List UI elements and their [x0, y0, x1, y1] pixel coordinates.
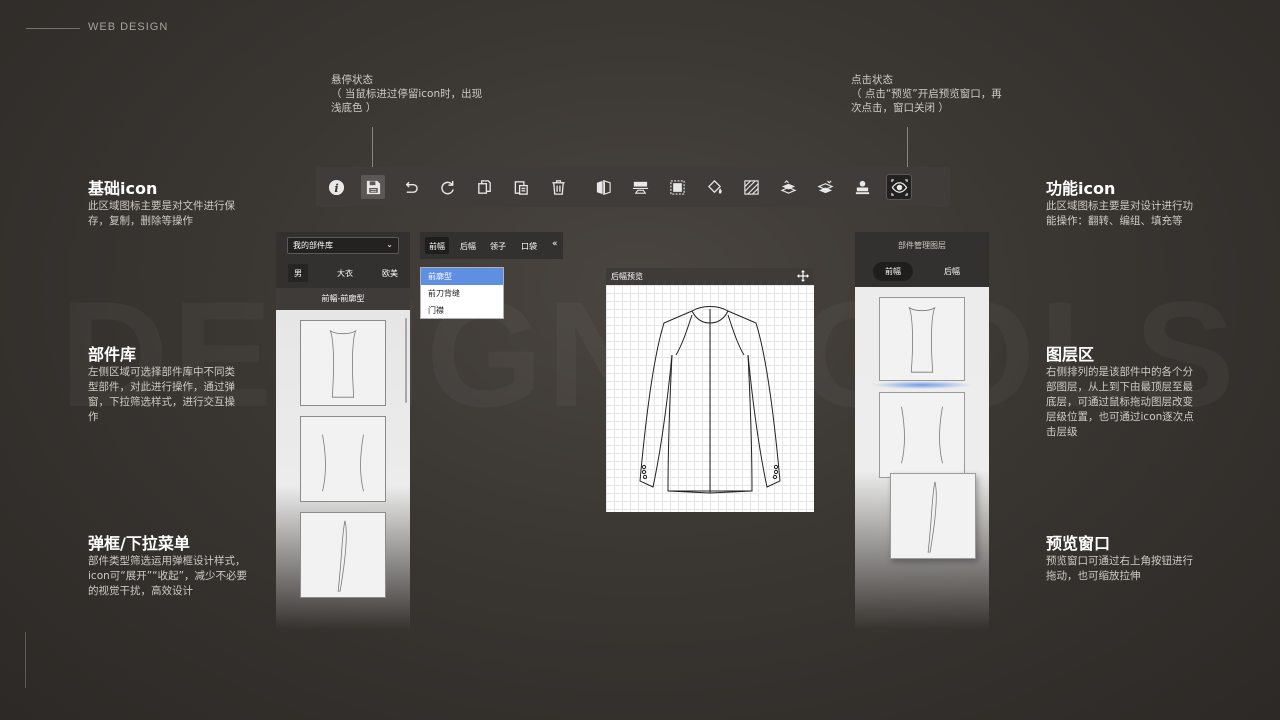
- click-callout-title: 点击状态: [851, 74, 893, 86]
- part-card[interactable]: [300, 512, 386, 598]
- save-icon[interactable]: [361, 175, 385, 199]
- paste-icon[interactable]: [509, 175, 533, 199]
- tab-back[interactable]: 后幅: [456, 237, 480, 254]
- filter-style[interactable]: 欧美: [376, 264, 404, 282]
- filter-gender[interactable]: 男: [288, 264, 308, 282]
- hover-callout-title: 悬停状态: [331, 74, 373, 86]
- preview-eye-icon[interactable]: [886, 174, 912, 200]
- copy-icon[interactable]: [472, 175, 496, 199]
- brand-divider: [26, 28, 80, 29]
- info-icon[interactable]: i: [324, 175, 348, 199]
- part-card[interactable]: [300, 320, 386, 406]
- popup-desc: 部件类型筛选运用弹框设计样式，icon可“展开”“收起”，减少不必要的视觉干扰，…: [88, 555, 248, 597]
- basic-icon-title: 基础icon: [88, 179, 158, 198]
- tab-collar[interactable]: 领子: [486, 237, 510, 254]
- preview-canvas[interactable]: [606, 285, 814, 512]
- align-icon[interactable]: [628, 175, 652, 199]
- layer-up-icon[interactable]: [776, 175, 800, 199]
- drop-indicator: [872, 381, 972, 389]
- library-part-list: [276, 310, 410, 630]
- jacket-back-drawing: [639, 306, 781, 494]
- layer-tab-front[interactable]: 前幅: [873, 262, 913, 281]
- pattern-icon[interactable]: [739, 175, 763, 199]
- dropdown-item[interactable]: 门襟: [421, 302, 503, 319]
- layer-tab-back[interactable]: 后幅: [932, 262, 972, 281]
- layer-item[interactable]: [879, 297, 965, 381]
- fill-icon[interactable]: [702, 175, 726, 199]
- basic-icon-desc: 此区域图标主要是对文件进行保存，复制，删除等操作: [88, 200, 235, 227]
- library-scrollbar[interactable]: [405, 318, 407, 403]
- library-select[interactable]: 我的部件库 ⌄: [287, 237, 399, 254]
- delete-icon[interactable]: [546, 175, 570, 199]
- click-callout-desc: （ 点击“预览”开启预览窗口，再次点击，窗口关闭 ）: [851, 88, 1002, 114]
- part-card[interactable]: [300, 416, 386, 502]
- hover-callout: 悬停状态 （ 当鼠标进过停留icon时，出现浅底色 ）: [331, 73, 491, 115]
- svg-text:i: i: [334, 180, 338, 194]
- click-callout-line: [907, 127, 908, 168]
- tab-pocket[interactable]: 口袋: [517, 237, 541, 254]
- preview-section-desc: 预览窗口可通过右上角按钮进行拖动，也可缩放拉伸: [1046, 555, 1193, 582]
- toolbar: i: [316, 167, 950, 207]
- undo-icon[interactable]: [398, 175, 422, 199]
- popup-title: 弹框/下拉菜单: [88, 534, 190, 553]
- function-icon-desc: 此区域图标主要是对设计进行功能操作：翻转、编组、填充等: [1046, 200, 1193, 227]
- stamp-icon[interactable]: [850, 175, 874, 199]
- layer-item-dragging[interactable]: [890, 473, 976, 559]
- part-tab-bar: 前幅 后幅 领子 口袋 «: [420, 232, 563, 259]
- move-icon[interactable]: [797, 270, 809, 282]
- click-callout: 点击状态 （ 点击“预览”开启预览窗口，再次点击，窗口关闭 ）: [851, 73, 1011, 115]
- redo-icon[interactable]: [435, 175, 459, 199]
- part-type-dropdown: 前廓型 前刀背缝 门襟: [420, 267, 504, 319]
- decorative-line: [25, 632, 26, 688]
- function-icon-title: 功能icon: [1046, 179, 1116, 198]
- dropdown-item[interactable]: 前刀背缝: [421, 285, 503, 302]
- collapse-icon[interactable]: «: [548, 237, 562, 254]
- layer-down-icon[interactable]: [813, 175, 837, 199]
- brand-label: WEB DESIGN: [88, 21, 169, 33]
- hover-callout-line: [372, 127, 373, 168]
- filter-category[interactable]: 大衣: [331, 264, 359, 282]
- dropdown-item[interactable]: 前廓型: [421, 268, 503, 285]
- library-title: 部件库: [88, 345, 137, 364]
- preview-section-title: 预览窗口: [1046, 534, 1111, 553]
- chevron-down-icon: ⌄: [386, 240, 393, 249]
- library-desc: 左侧区域可选择部件库中不同类型部件，对此进行操作，通过弹窗，下拉筛选样式，进行交…: [88, 366, 235, 423]
- layer-panel-title: 部件管理图层: [898, 241, 946, 250]
- layer-item[interactable]: [879, 392, 965, 478]
- library-select-value: 我的部件库: [293, 241, 333, 250]
- library-header: 前幅-前廓型: [276, 288, 410, 310]
- group-icon[interactable]: [665, 175, 689, 199]
- layers-title: 图层区: [1046, 345, 1095, 364]
- flip-icon[interactable]: [591, 175, 615, 199]
- preview-window-header: 后幅预览: [606, 268, 814, 285]
- layers-desc: 右侧排列的是该部件中的各个分部图层，从上到下由最顶层至最底层，可通过鼠标拖动图层…: [1046, 366, 1194, 438]
- hover-callout-desc: （ 当鼠标进过停留icon时，出现浅底色 ）: [331, 88, 483, 114]
- preview-window-title: 后幅预览: [611, 272, 643, 281]
- tab-front[interactable]: 前幅: [425, 237, 449, 254]
